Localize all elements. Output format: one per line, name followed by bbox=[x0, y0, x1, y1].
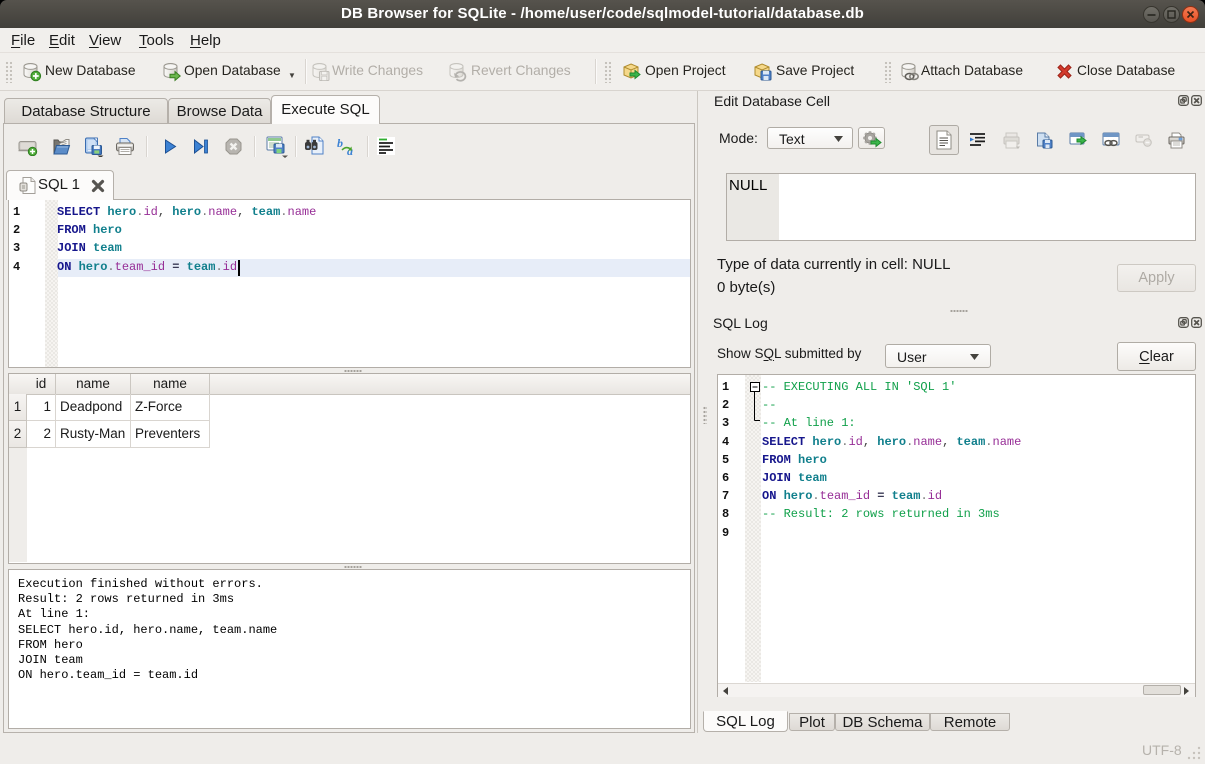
svg-text:b: b bbox=[337, 136, 343, 150]
